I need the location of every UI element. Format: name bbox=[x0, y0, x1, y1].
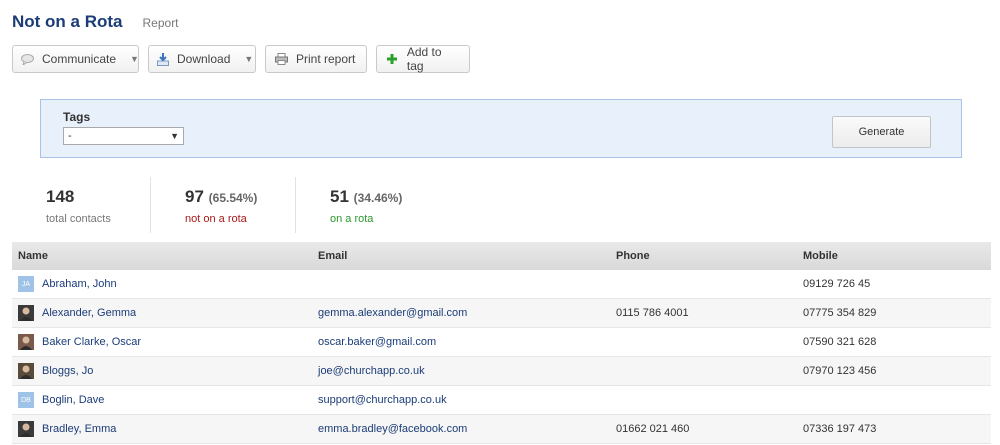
contact-name-link[interactable]: Bloggs, Jo bbox=[42, 365, 93, 377]
stat-on-rota-value: 51 bbox=[330, 187, 349, 206]
column-header-email[interactable]: Email bbox=[318, 250, 616, 262]
avatar bbox=[18, 421, 34, 437]
cell-email[interactable]: gemma.alexander@gmail.com bbox=[318, 307, 616, 319]
contact-name-link[interactable]: Abraham, John bbox=[42, 278, 117, 290]
chevron-down-icon: ▼ bbox=[170, 131, 179, 141]
cell-mobile: 07336 197 473 bbox=[803, 423, 877, 435]
table-row: JA Abraham, John 09129 726 45 bbox=[12, 270, 991, 299]
download-button[interactable]: Download ▼ bbox=[148, 45, 256, 73]
tags-label: Tags bbox=[63, 110, 91, 124]
speech-bubble-icon bbox=[21, 52, 34, 66]
table-header: Name Email Phone Mobile bbox=[12, 242, 991, 270]
cell-email[interactable]: joe@churchapp.co.uk bbox=[318, 365, 616, 377]
avatar bbox=[18, 363, 34, 379]
cell-mobile: 07590 321 628 bbox=[803, 336, 877, 348]
communicate-button[interactable]: Communicate ▼ bbox=[12, 45, 139, 73]
page-subtitle: Report bbox=[142, 16, 179, 30]
avatar: JA bbox=[18, 276, 34, 292]
stat-not-on-rota: 97 (65.54%) not on a rota bbox=[151, 177, 296, 233]
cell-phone: 01662 021 460 bbox=[616, 423, 690, 435]
stat-on-rota: 51 (34.46%) on a rota bbox=[296, 177, 436, 233]
table-row: Alexander, Gemma gemma.alexander@gmail.co… bbox=[12, 299, 991, 328]
contact-name-link[interactable]: Boglin, Dave bbox=[42, 394, 104, 406]
contact-name-link[interactable]: Baker Clarke, Oscar bbox=[42, 336, 141, 348]
table-row: Bradley, Emma emma.bradley@facebook.com 01… bbox=[12, 415, 991, 444]
printer-icon bbox=[274, 52, 288, 66]
cell-mobile: 07775 354 829 bbox=[803, 307, 877, 319]
toolbar: Communicate ▼ Download ▼ Print report Ad… bbox=[12, 45, 470, 73]
stat-total-value: 148 bbox=[46, 187, 75, 206]
chevron-down-icon: ▼ bbox=[130, 54, 139, 64]
print-report-button[interactable]: Print report bbox=[265, 45, 367, 73]
stat-on-rota-label: on a rota bbox=[330, 213, 374, 225]
tags-select[interactable]: - ▼ bbox=[63, 127, 184, 145]
table-row: Baker Clarke, Oscar oscar.baker@gmail.com… bbox=[12, 328, 991, 357]
download-icon bbox=[157, 52, 169, 66]
cell-phone: 0115 786 4001 bbox=[616, 307, 689, 319]
cell-mobile: 09129 726 45 bbox=[803, 278, 871, 290]
cell-name: DB Boglin, Dave bbox=[12, 392, 318, 408]
cell-email[interactable]: emma.bradley@facebook.com bbox=[318, 423, 616, 435]
stat-total: 148 total contacts bbox=[12, 177, 151, 233]
filter-panel: Tags - ▼ Generate bbox=[40, 99, 962, 158]
table-row: Bloggs, Jo joe@churchapp.co.uk 07970 123 4… bbox=[12, 357, 991, 386]
cell-name: Bloggs, Jo bbox=[12, 363, 318, 379]
column-header-name[interactable]: Name bbox=[12, 250, 318, 262]
contacts-table: Name Email Phone Mobile JA Abraham, John 0… bbox=[12, 242, 991, 444]
stat-on-rota-pct: (34.46%) bbox=[353, 191, 403, 205]
avatar: DB bbox=[18, 392, 34, 408]
cell-name: Bradley, Emma bbox=[12, 421, 318, 437]
cell-name: JA Abraham, John bbox=[12, 276, 318, 292]
page-title: Not on a Rota bbox=[12, 12, 123, 31]
communicate-label: Communicate bbox=[42, 52, 117, 66]
add-to-tag-label: Add to tag bbox=[406, 45, 442, 73]
table-body: JA Abraham, John 09129 726 45 Alexander, Ge… bbox=[12, 270, 991, 444]
add-to-tag-button[interactable]: Add to tag bbox=[376, 45, 470, 73]
cell-email[interactable]: oscar.baker@gmail.com bbox=[318, 336, 616, 348]
cell-name: Baker Clarke, Oscar bbox=[12, 334, 318, 350]
contact-name-link[interactable]: Alexander, Gemma bbox=[42, 307, 136, 319]
chevron-down-icon: ▼ bbox=[244, 54, 254, 64]
download-label: Download bbox=[177, 52, 231, 66]
stat-not-on-rota-label: not on a rota bbox=[185, 213, 247, 225]
avatar bbox=[18, 305, 34, 321]
avatar bbox=[18, 334, 34, 350]
cell-name: Alexander, Gemma bbox=[12, 305, 318, 321]
stat-total-label: total contacts bbox=[46, 213, 111, 225]
generate-button[interactable]: Generate bbox=[832, 116, 931, 148]
table-row: DB Boglin, Dave support@churchapp.co.uk bbox=[12, 386, 991, 415]
print-report-label: Print report bbox=[296, 52, 356, 66]
page-header: Not on a Rota Report bbox=[12, 12, 179, 32]
column-header-mobile[interactable]: Mobile bbox=[803, 250, 991, 262]
stats-bar: 148 total contacts 97 (65.54%) not on a … bbox=[12, 177, 436, 233]
stat-not-on-rota-value: 97 bbox=[185, 187, 204, 206]
plus-icon bbox=[385, 52, 399, 66]
column-header-phone[interactable]: Phone bbox=[616, 250, 803, 262]
tags-select-value: - bbox=[68, 130, 72, 142]
contact-name-link[interactable]: Bradley, Emma bbox=[42, 423, 116, 435]
stat-not-on-rota-pct: (65.54%) bbox=[208, 191, 258, 205]
cell-email[interactable]: support@churchapp.co.uk bbox=[318, 394, 616, 406]
cell-mobile: 07970 123 456 bbox=[803, 365, 877, 377]
